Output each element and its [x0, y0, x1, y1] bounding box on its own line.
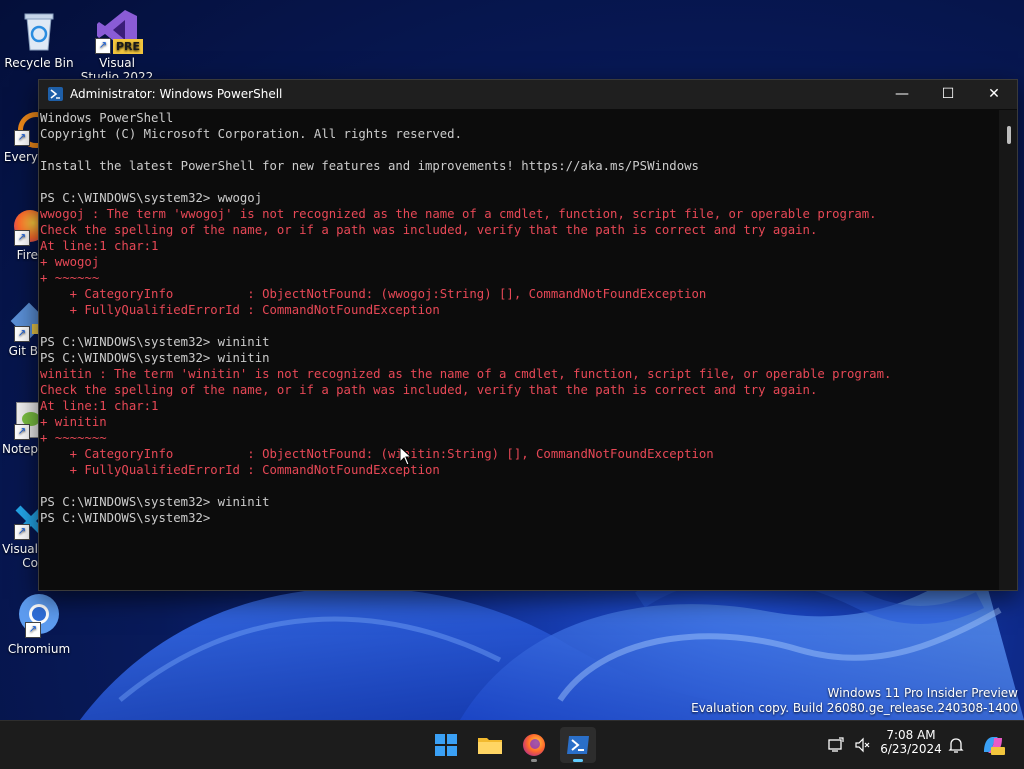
- notification-bell-icon[interactable]: [948, 736, 964, 754]
- mouse-cursor-icon: [399, 446, 413, 466]
- console-line: + winitin: [40, 415, 107, 429]
- everything-icon: ↗: [12, 108, 38, 152]
- console-line: Copyright (C) Microsoft Corporation. All…: [40, 127, 462, 141]
- firefox-icon: ↗: [12, 206, 38, 250]
- console-line: wwogoj : The term 'wwogoj' is not recogn…: [40, 207, 877, 221]
- start-button[interactable]: [428, 727, 464, 763]
- clock[interactable]: 7:08 AM 6/23/2024: [880, 728, 942, 756]
- copilot-icon[interactable]: [980, 732, 1006, 758]
- console-line: Install the latest PowerShell for new fe…: [40, 159, 699, 173]
- console-line: + FullyQualifiedErrorId : CommandNotFoun…: [40, 463, 440, 477]
- clock-time: 7:08 AM: [886, 728, 936, 742]
- console-line: PS C:\WINDOWS\system32> wininit: [40, 495, 270, 509]
- shortcut-arrow-icon: ↗: [14, 524, 30, 540]
- chromium-icon: ↗: [17, 594, 61, 638]
- console-line: PS C:\WINDOWS\system32>: [40, 511, 211, 525]
- shortcut-arrow-icon: ↗: [14, 130, 30, 146]
- console-line: + CategoryInfo : ObjectNotFound: (winiti…: [40, 447, 714, 461]
- console-line: PS C:\WINDOWS\system32> wininit: [40, 335, 270, 349]
- desktop-icon-firefox[interactable]: ↗ Fire: [0, 206, 38, 262]
- tray-network-icon[interactable]: [828, 737, 844, 753]
- file-explorer-icon: [478, 738, 502, 754]
- desktop-icon-label: Every: [3, 150, 38, 164]
- desktop-icon-label: Visual Co: [2, 542, 38, 570]
- window-title: Administrator: Windows PowerShell: [70, 87, 283, 101]
- desktop-icon-label: Visual Studio 2022 Preview: [80, 56, 154, 78]
- shortcut-arrow-icon: ↗: [14, 230, 30, 246]
- desktop-icon-label: Recycle Bin: [4, 56, 74, 70]
- powershell-icon: [48, 87, 63, 101]
- window-titlebar[interactable]: Administrator: Windows PowerShell — ☐ ✕: [39, 80, 1017, 109]
- console-line: At line:1 char:1: [40, 239, 159, 253]
- minimize-button[interactable]: —: [879, 80, 925, 109]
- scrollbar-thumb[interactable]: [1007, 126, 1011, 144]
- console-line: PS C:\WINDOWS\system32> winitin: [40, 351, 270, 365]
- console-line: Check the spelling of the name, or if a …: [40, 223, 818, 237]
- console-line: + FullyQualifiedErrorId : CommandNotFoun…: [40, 303, 440, 317]
- shortcut-arrow-icon: ↗: [14, 424, 30, 440]
- shortcut-arrow-icon: ↗: [95, 38, 111, 54]
- console-scrollbar[interactable]: [999, 110, 1017, 590]
- git-bash-icon: ↗: [10, 302, 38, 346]
- notepad-plus-plus-icon: ↗: [12, 400, 38, 444]
- console-line: At line:1 char:1: [40, 399, 159, 413]
- console-line: + ~~~~~~~: [40, 431, 107, 445]
- desktop-icon-label: Git B: [8, 344, 38, 358]
- desktop-icon-label: Chromium: [7, 642, 71, 656]
- console-line: + CategoryInfo : ObjectNotFound: (wwogoj…: [40, 287, 707, 301]
- shortcut-arrow-icon: ↗: [25, 622, 41, 638]
- desktop-icon-vscode[interactable]: ↗ Visual Co: [0, 500, 38, 570]
- clock-date: 6/23/2024: [880, 742, 942, 756]
- visual-studio-icon: PRE ↗: [95, 8, 143, 54]
- preview-badge: PRE: [112, 39, 143, 54]
- taskbar-firefox[interactable]: [516, 727, 552, 763]
- firefox-icon: [523, 734, 545, 756]
- taskbar-file-explorer[interactable]: [472, 727, 508, 763]
- desktop-icon-chromium[interactable]: ↗ Chromium: [1, 594, 77, 656]
- recycle-bin-icon: [17, 8, 61, 52]
- console-output[interactable]: Windows PowerShell Copyright (C) Microsof…: [39, 110, 998, 590]
- desktop-icon-label: Fire: [16, 248, 38, 262]
- powershell-icon: [567, 736, 589, 754]
- taskbar: 7:08 AM 6/23/2024: [0, 720, 1024, 769]
- console-line: Check the spelling of the name, or if a …: [40, 383, 818, 397]
- console-line: + wwogoj: [40, 255, 100, 269]
- vscode-icon: ↗: [12, 500, 38, 544]
- desktop-icon-git-bash[interactable]: ↗ Git B: [0, 302, 38, 358]
- desktop-icon-everything[interactable]: ↗ Every: [0, 108, 38, 164]
- console-line: winitin : The term 'winitin' is not reco…: [40, 367, 892, 381]
- evaluation-watermark: Windows 11 Pro Insider Preview Evaluatio…: [691, 686, 1018, 716]
- shortcut-arrow-icon: ↗: [14, 326, 30, 342]
- tray-volume-muted-icon[interactable]: [854, 737, 870, 753]
- powershell-window[interactable]: Administrator: Windows PowerShell — ☐ ✕ …: [38, 79, 1018, 591]
- desktop-icon-recycle-bin[interactable]: Recycle Bin: [1, 8, 77, 70]
- console-line: Windows PowerShell: [40, 111, 174, 125]
- windows-start-icon: [435, 734, 457, 756]
- desktop-icon-label: Notep: [1, 442, 38, 456]
- desktop-icon-visual-studio[interactable]: PRE ↗ Visual Studio 2022 Preview: [79, 8, 155, 78]
- close-button[interactable]: ✕: [971, 80, 1017, 109]
- watermark-line-2: Evaluation copy. Build 26080.ge_release.…: [691, 701, 1018, 715]
- console-line: PS C:\WINDOWS\system32> wwogoj: [40, 191, 263, 205]
- active-indicator: [573, 759, 583, 762]
- running-indicator: [531, 759, 537, 762]
- desktop-icon-notepad[interactable]: ↗ Notep: [0, 400, 38, 456]
- console-line: + ~~~~~~: [40, 271, 100, 285]
- maximize-button[interactable]: ☐: [925, 80, 971, 109]
- watermark-line-1: Windows 11 Pro Insider Preview: [827, 686, 1018, 700]
- taskbar-powershell[interactable]: [560, 727, 596, 763]
